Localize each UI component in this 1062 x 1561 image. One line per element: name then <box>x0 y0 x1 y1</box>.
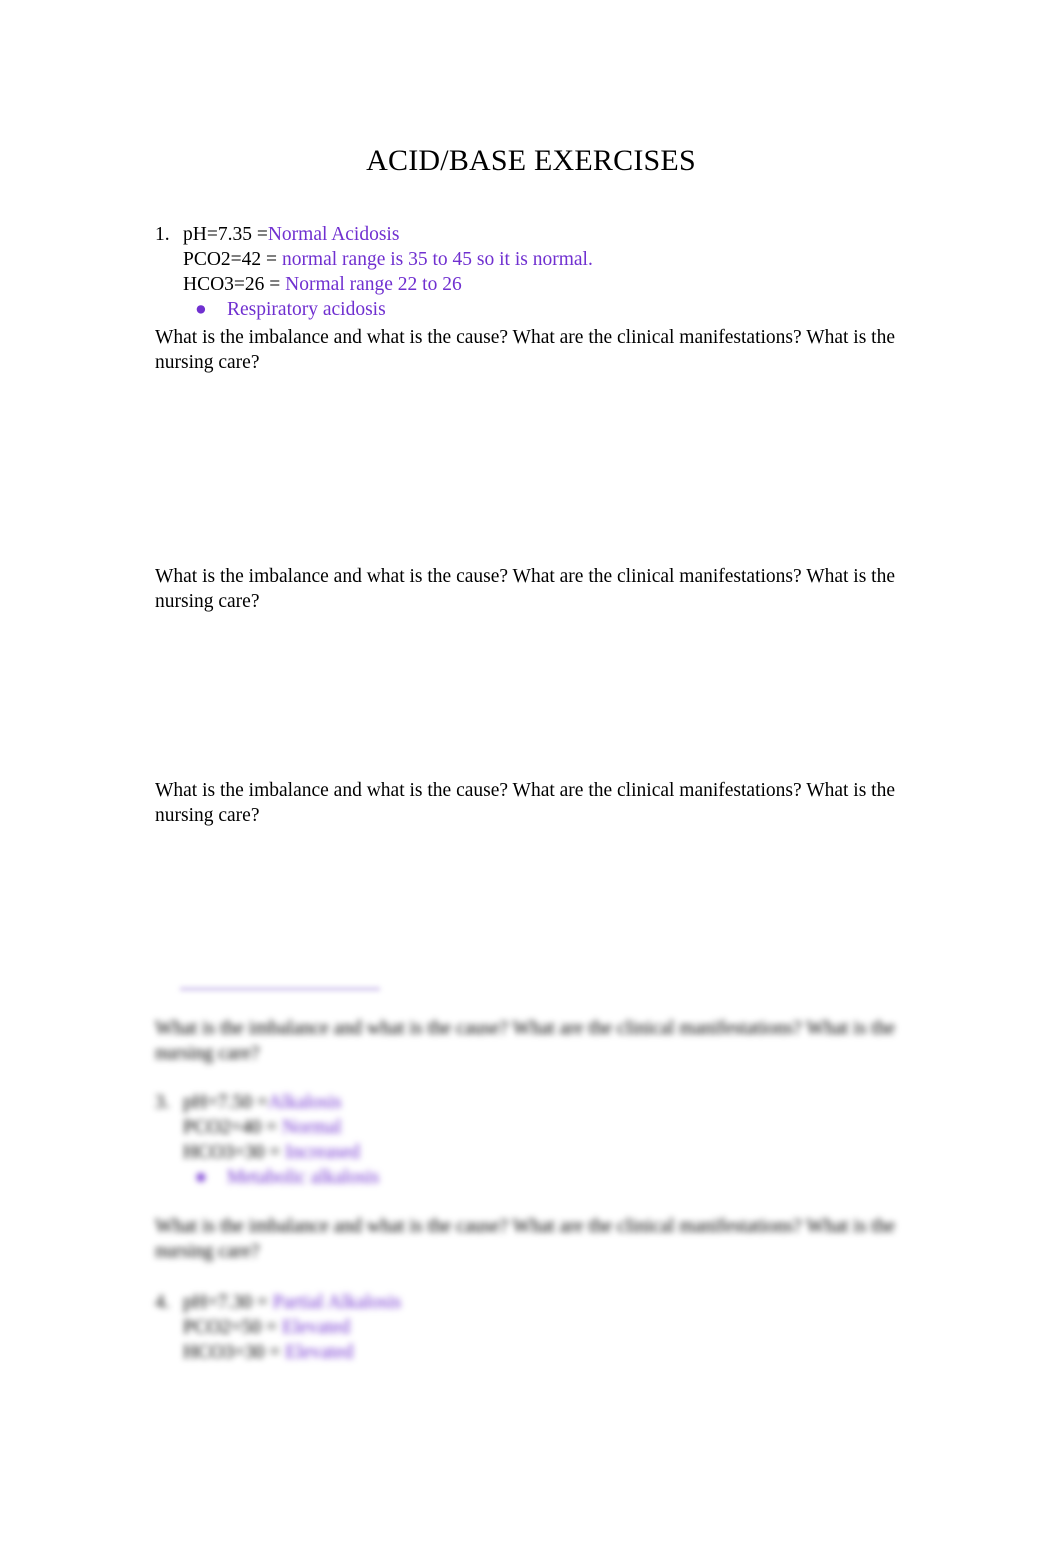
exercise-3-pco2-answer: Normal <box>281 1117 342 1138</box>
exercise-1-pco2-label: PCO2=42 = <box>183 249 282 270</box>
exercise-4-ph-line: 4. pH=7.30 = Partial Alkalosis <box>155 1290 903 1315</box>
exercise-1-ph-answer: Normal Acidosis <box>267 224 400 245</box>
bullet-icon: ● <box>195 299 207 320</box>
question-prompt-5: What is the imbalance and what is the ca… <box>155 1216 896 1262</box>
exercise-4-pco2-line: PCO2=50 = Elevated <box>155 1315 903 1340</box>
exercise-3-hco3-line: HCO3=30 = Increased <box>155 1140 903 1165</box>
exercise-1-bullet-line: ● Respiratory acidosis <box>195 297 903 322</box>
exercise-3-bullet-label: Metabolic alkalosis <box>227 1167 380 1188</box>
exercise-4-pco2-answer: Elevated <box>281 1317 351 1338</box>
exercise-1-hco3-line: HCO3=26 = Normal range 22 to 26 <box>155 272 903 297</box>
exercise-3-hco3-label: HCO3=30 = <box>183 1142 286 1163</box>
exercise-4-pco2-label: PCO2=50 = <box>183 1317 282 1338</box>
exercise-3-bullet-line: ● Metabolic alkalosis <box>195 1165 903 1190</box>
exercise-3-ph-answer: Alkalosis <box>267 1092 342 1113</box>
exercise-4: 4. pH=7.30 = Partial Alkalosis PCO2=50 = … <box>155 1290 903 1365</box>
divider-rule <box>180 988 380 990</box>
exercise-1-ph-line: 1. pH=7.35 =Normal Acidosis <box>155 222 903 247</box>
exercise-3-pco2-label: PCO2=40 = <box>183 1117 282 1138</box>
exercise-3-ph-line: 3. pH=7.50 =Alkalosis <box>155 1090 903 1115</box>
exercise-1-ph-label: pH=7.35 = <box>183 224 268 245</box>
exercise-3-hco3-answer: Increased <box>285 1142 360 1163</box>
exercise-4-hco3-label: HCO3=30 = <box>183 1342 286 1363</box>
exercise-1-hco3-answer: Normal range 22 to 26 <box>285 274 462 295</box>
exercise-4-hco3-answer: Elevated <box>285 1342 354 1363</box>
question-prompt-3: What is the imbalance and what is the ca… <box>155 780 896 826</box>
question-prompt-2: What is the imbalance and what is the ca… <box>155 566 896 612</box>
exercise-1-bullet-label: Respiratory acidosis <box>227 299 386 320</box>
exercise-3: 3. pH=7.50 =Alkalosis PCO2=40 = Normal HC… <box>155 1090 903 1190</box>
question-prompt-1: What is the imbalance and what is the ca… <box>155 327 896 373</box>
page-title: ACID/BASE EXERCISES <box>366 144 696 178</box>
exercise-3-pco2-line: PCO2=40 = Normal <box>155 1115 903 1140</box>
exercise-4-ph-answer: Partial Alkalosis <box>272 1292 402 1313</box>
exercise-4-hco3-line: HCO3=30 = Elevated <box>155 1340 903 1365</box>
bullet-icon: ● <box>195 1167 207 1188</box>
exercise-1: 1. pH=7.35 =Normal Acidosis PCO2=42 = nor… <box>155 222 903 322</box>
document-page: ACID/BASE EXERCISES 1. pH=7.35 =Normal Ac… <box>0 0 1062 1561</box>
exercise-1-pco2-line: PCO2=42 = normal range is 35 to 45 so it… <box>155 247 903 272</box>
exercise-4-number: 4. <box>155 1292 170 1313</box>
exercise-3-ph-label: pH=7.50 = <box>183 1092 268 1113</box>
exercise-4-ph-label: pH=7.30 = <box>183 1292 273 1313</box>
question-prompt-4: What is the imbalance and what is the ca… <box>155 1018 896 1064</box>
exercise-1-number: 1. <box>155 224 170 245</box>
exercise-1-hco3-label: HCO3=26 = <box>183 274 286 295</box>
exercise-1-pco2-answer: normal range is 35 to 45 so it is normal… <box>281 249 593 270</box>
exercise-3-number: 3. <box>155 1092 170 1113</box>
